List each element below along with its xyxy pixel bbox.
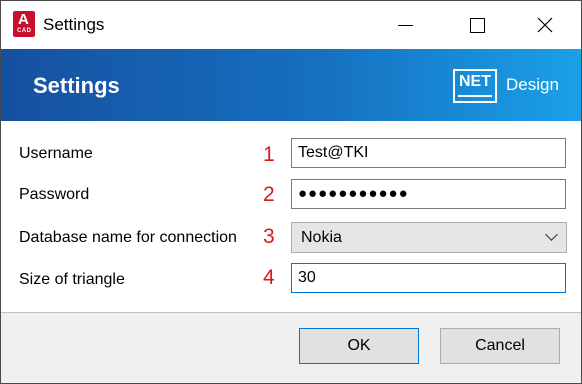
close-button[interactable] [521,1,569,49]
username-field[interactable]: Test@TKI [291,138,566,168]
triangle-size-number: 4 [263,266,275,289]
net-logo: NET [453,69,497,103]
cancel-button[interactable]: Cancel [440,328,560,364]
ok-button[interactable]: OK [299,328,419,364]
window-title: Settings [43,15,105,34]
maximize-button[interactable] [453,1,501,49]
username-number: 1 [263,143,275,166]
close-icon [537,17,553,33]
settings-dialog: A CAD Settings Settings NET Design Usern… [0,0,582,384]
database-label: Database name for connection [19,229,237,246]
settings-form: Username 1 Test@TKI Password 2 ●●●●●●●●●… [1,121,581,313]
banner-title: Settings [33,73,120,98]
logo-design-text: Design [506,75,559,94]
minimize-button[interactable] [381,1,429,49]
password-label: Password [19,186,90,203]
title-bar: A CAD Settings [1,1,581,49]
triangle-size-label: Size of triangle [19,271,125,288]
database-select[interactable]: Nokia [291,222,567,253]
maximize-icon [469,17,485,33]
app-icon: A CAD [13,11,35,37]
database-number: 3 [263,225,275,248]
chevron-down-icon [545,228,558,241]
password-field[interactable]: ●●●●●●●●●●● [291,179,566,209]
minimize-icon [397,24,413,26]
header-banner: Settings NET Design [1,49,581,121]
username-label: Username [19,145,93,162]
triangle-size-field[interactable]: 30 [291,263,566,293]
password-number: 2 [263,183,275,206]
